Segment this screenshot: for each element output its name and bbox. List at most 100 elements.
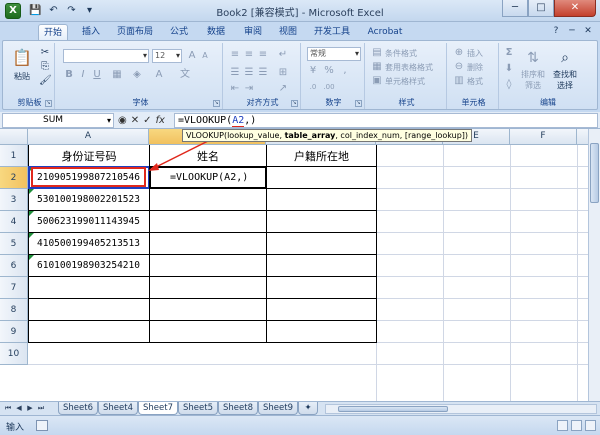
- tab-page-layout[interactable]: 页面布局: [112, 24, 158, 40]
- close-workbook-icon[interactable]: ✕: [582, 25, 594, 37]
- sheet-tab-sheet6[interactable]: Sheet6: [58, 402, 98, 415]
- tab-acrobat[interactable]: Acrobat: [363, 24, 407, 40]
- sort-filter-button[interactable]: ⇅ 排序和 筛选: [521, 47, 545, 91]
- grow-font-icon[interactable]: A: [186, 50, 198, 62]
- tab-developer[interactable]: 开发工具: [309, 24, 355, 40]
- fill-icon[interactable]: ⬇: [503, 63, 515, 75]
- fill-color-icon[interactable]: ◈: [131, 69, 143, 81]
- font-name-combo[interactable]: [63, 49, 149, 63]
- horizontal-scrollbar[interactable]: [325, 404, 597, 414]
- number-format-combo[interactable]: 常规: [307, 47, 361, 61]
- select-all-corner[interactable]: [0, 129, 28, 145]
- prev-sheet-icon[interactable]: ◀: [14, 403, 24, 414]
- function-argument-tooltip[interactable]: VLOOKUP(lookup_value, table_array, col_i…: [182, 129, 473, 142]
- scroll-formula-icon[interactable]: ◉: [118, 115, 127, 126]
- cancel-formula-icon[interactable]: ✕: [131, 115, 139, 126]
- minimize-ribbon-icon[interactable]: ─: [566, 25, 578, 37]
- cut-icon[interactable]: ✂: [39, 47, 51, 59]
- wrap-text-icon[interactable]: ↵: [277, 49, 289, 61]
- clipboard-launcher-icon[interactable]: ↘: [45, 100, 52, 107]
- header-id-number[interactable]: 身份证号码: [29, 145, 149, 166]
- tab-home[interactable]: 开始: [38, 24, 68, 40]
- currency-icon[interactable]: ¥: [307, 65, 319, 77]
- help-icon[interactable]: ?: [550, 25, 562, 37]
- align-right-icon[interactable]: ☰: [257, 67, 269, 79]
- font-size-combo[interactable]: 12: [152, 49, 182, 63]
- decrease-indent-icon[interactable]: ⇤: [229, 83, 241, 95]
- conditional-format-button[interactable]: ▤ 条件格式: [371, 47, 417, 59]
- row-header-4[interactable]: 4: [0, 211, 28, 233]
- align-top-icon[interactable]: ≡: [229, 49, 241, 61]
- delete-cells-button[interactable]: ⊖ 删除: [453, 61, 483, 73]
- align-bottom-icon[interactable]: ≡: [257, 49, 269, 61]
- vertical-scrollbar[interactable]: [588, 129, 600, 401]
- row-header-8[interactable]: 8: [0, 299, 28, 321]
- comma-icon[interactable]: ,: [339, 65, 351, 77]
- tab-insert[interactable]: 插入: [76, 24, 106, 40]
- percent-icon[interactable]: %: [323, 65, 335, 77]
- align-middle-icon[interactable]: ≡: [243, 49, 255, 61]
- orientation-icon[interactable]: ↗: [277, 83, 289, 95]
- copy-icon[interactable]: ⎘: [39, 61, 51, 73]
- minimize-button[interactable]: ─: [502, 0, 528, 17]
- row-header-1[interactable]: 1: [0, 145, 28, 167]
- id-cell-a6[interactable]: 610100198903254210: [29, 255, 149, 276]
- format-cells-button[interactable]: ▥ 格式: [453, 75, 483, 87]
- row-header-7[interactable]: 7: [0, 277, 28, 299]
- italic-icon[interactable]: I: [77, 69, 89, 81]
- id-cell-a4[interactable]: 500623199011143945: [29, 211, 149, 232]
- paste-button[interactable]: 📋 粘贴: [11, 47, 33, 82]
- sheet-tab-sheet9[interactable]: Sheet9: [258, 402, 298, 415]
- row-header-3[interactable]: 3: [0, 189, 28, 211]
- number-launcher-icon[interactable]: ↘: [355, 100, 362, 107]
- row-header-9[interactable]: 9: [0, 321, 28, 343]
- increase-decimal-icon[interactable]: .0: [307, 81, 319, 93]
- cell-styles-button[interactable]: ▣ 单元格样式: [371, 75, 425, 87]
- last-sheet-icon[interactable]: ⏭: [36, 403, 46, 414]
- first-sheet-icon[interactable]: ⏮: [3, 403, 13, 414]
- maximize-button[interactable]: □: [528, 0, 554, 17]
- align-center-icon[interactable]: ☰: [243, 67, 255, 79]
- column-header-f[interactable]: F: [510, 129, 577, 145]
- name-box[interactable]: SUM: [2, 113, 114, 128]
- id-cell-a5[interactable]: 410500199405213513: [29, 233, 149, 254]
- underline-icon[interactable]: U: [91, 69, 103, 81]
- normal-view-icon[interactable]: [557, 420, 568, 431]
- decrease-decimal-icon[interactable]: .00: [323, 81, 335, 93]
- phonetic-icon[interactable]: 文: [179, 69, 191, 81]
- macro-record-icon[interactable]: [36, 420, 48, 431]
- format-as-table-button[interactable]: ▦ 套用表格格式: [371, 61, 433, 73]
- sheet-tab-sheet8[interactable]: Sheet8: [218, 402, 258, 415]
- increase-indent-icon[interactable]: ⇥: [243, 83, 255, 95]
- font-launcher-icon[interactable]: ↘: [213, 100, 220, 107]
- insert-function-icon[interactable]: fx: [156, 115, 165, 126]
- clear-icon[interactable]: ◊: [503, 79, 515, 91]
- sheet-tab-sheet5[interactable]: Sheet5: [178, 402, 218, 415]
- borders-icon[interactable]: ▦: [111, 69, 123, 81]
- horizontal-scroll-thumb[interactable]: [338, 406, 448, 412]
- id-cell-a3[interactable]: 530100198002201523: [29, 189, 149, 210]
- format-painter-icon[interactable]: 🖌: [39, 75, 52, 87]
- row-header-2[interactable]: 2: [0, 167, 28, 189]
- bold-icon[interactable]: B: [63, 69, 75, 81]
- next-sheet-icon[interactable]: ▶: [25, 403, 35, 414]
- insert-sheet-icon[interactable]: ✦: [298, 402, 318, 415]
- page-layout-view-icon[interactable]: [571, 420, 582, 431]
- sheet-tab-sheet7[interactable]: Sheet7: [138, 402, 178, 415]
- header-household-location[interactable]: 户籍所在地: [267, 145, 376, 166]
- page-break-view-icon[interactable]: [585, 420, 596, 431]
- font-color-icon[interactable]: A: [153, 69, 165, 81]
- alignment-launcher-icon[interactable]: ↘: [291, 100, 298, 107]
- row-header-10[interactable]: 10: [0, 343, 28, 365]
- worksheet-grid[interactable]: A B C D E F G 1 2 3 4 5 6 7 8 9 10 身份证号码…: [0, 129, 600, 401]
- tab-data[interactable]: 数据: [201, 24, 231, 40]
- align-left-icon[interactable]: ☰: [229, 67, 241, 79]
- tab-view[interactable]: 视图: [273, 24, 303, 40]
- insert-cells-button[interactable]: ⊕ 插入: [453, 47, 483, 59]
- autosum-icon[interactable]: Σ: [503, 47, 515, 59]
- tab-review[interactable]: 审阅: [238, 24, 268, 40]
- find-select-button[interactable]: ⌕ 查找和 选择: [553, 47, 577, 91]
- column-header-a[interactable]: A: [28, 129, 149, 145]
- enter-formula-icon[interactable]: ✓: [143, 115, 151, 126]
- merge-center-icon[interactable]: ⊞: [277, 67, 289, 79]
